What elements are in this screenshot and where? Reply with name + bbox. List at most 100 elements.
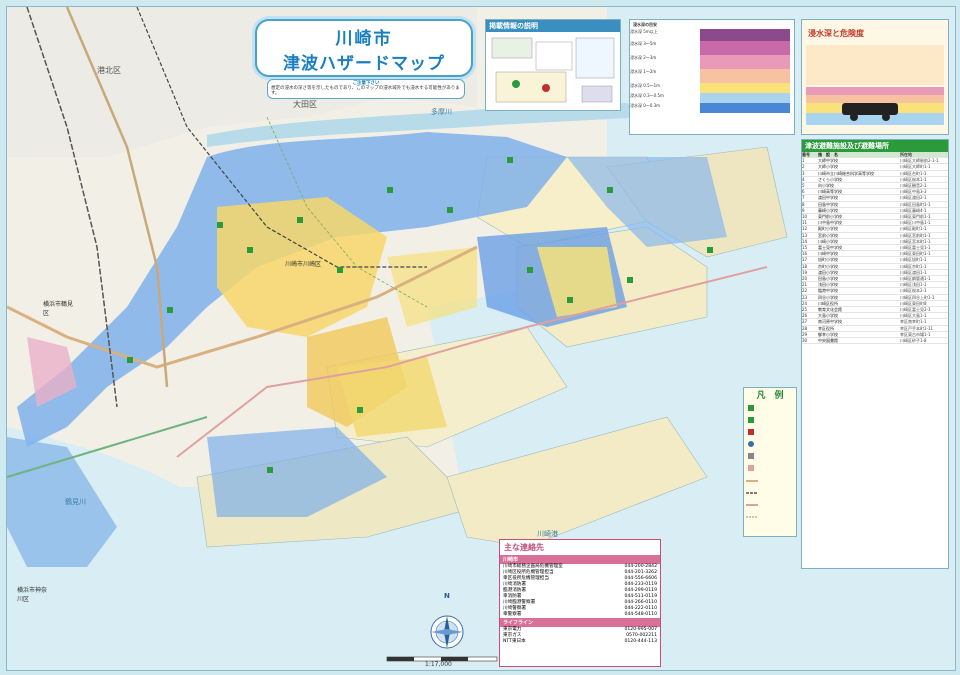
shelter-name: 渡田中学校 bbox=[818, 195, 838, 201]
shelter-no: 18 bbox=[802, 263, 808, 269]
depth-color-1-2m bbox=[700, 69, 790, 83]
shelter-marker[interactable] bbox=[267, 467, 273, 473]
shelter-addr: 川崎区富士見1-1 bbox=[900, 245, 931, 251]
depth-level-label: 浸水深 0.3～0.5m bbox=[630, 93, 664, 98]
shelter-addr: 川崎区東田町8 bbox=[900, 300, 927, 306]
shelter-no: 8 bbox=[802, 201, 805, 207]
depth-color-3-5m bbox=[700, 41, 790, 55]
shelter-no: 15 bbox=[802, 245, 808, 251]
compass-rose bbox=[430, 615, 464, 649]
place-kawasaki-ward: 川崎市川崎区 bbox=[285, 261, 322, 268]
shelter-addr: 川崎区東門前1-1 bbox=[900, 214, 931, 220]
shelter-marker[interactable] bbox=[507, 157, 513, 163]
shelter-no: 27 bbox=[802, 319, 808, 325]
title-city: 川崎市 bbox=[335, 29, 393, 49]
shelter-name: 教育文化会館 bbox=[818, 307, 842, 313]
shelter-no: 3 bbox=[802, 170, 805, 176]
shelter-marker[interactable] bbox=[167, 307, 173, 313]
shelter-addr: 川崎区台町1-1 bbox=[900, 170, 927, 176]
lifeline-phone: 0120-444-113 bbox=[624, 639, 657, 644]
shelter-addr: 川崎区砂子1-8 bbox=[900, 338, 927, 344]
shelter-addr: 川崎区川中島1-1 bbox=[900, 220, 931, 226]
shelter-addr: 川崎区田島町1-1 bbox=[900, 201, 931, 207]
shelter-addr: 幸区南幸町1-1 bbox=[900, 319, 927, 325]
shelter-no: 19 bbox=[802, 269, 808, 275]
shelter-addr: 川崎区富士見2-1 bbox=[900, 307, 931, 313]
shelter-name: 南河原中学校 bbox=[818, 319, 842, 325]
shelter-addr: 川崎区藤崎4-1 bbox=[900, 207, 927, 213]
shelter-no: 2 bbox=[802, 164, 805, 170]
shelter-addr: 川崎区渡田1-1 bbox=[900, 269, 927, 275]
shelter-row: 30 中央図書館 川崎区砂子1-8 bbox=[802, 338, 948, 345]
explain-panel: 掲載情報の説明 bbox=[485, 19, 621, 111]
shelter-no: 28 bbox=[802, 325, 808, 331]
shelter-name: 川中島中学校 bbox=[818, 220, 842, 226]
shelter-no: 14 bbox=[802, 238, 808, 244]
shelter-no: 17 bbox=[802, 257, 808, 263]
shelter-addr: 川崎区鋼管通1-1 bbox=[900, 276, 931, 282]
shelter-rows: 1 大師中学校 川崎区大師駅前2-1-1 2 大師小学校 川崎区大師町1-1 3 川崎市立川崎… bbox=[802, 158, 948, 345]
shelter-marker[interactable] bbox=[337, 267, 343, 273]
shelter-marker[interactable] bbox=[527, 267, 533, 273]
shelter-name: 殿町小学校 bbox=[818, 226, 838, 232]
depth-color-2-3m bbox=[700, 55, 790, 69]
shelter-panel: 津波避難施設及び避難場所 番号 施 設 名 所在地 1 大師中学校 川崎区大師駅前2… bbox=[801, 139, 949, 569]
shelter-marker[interactable] bbox=[627, 277, 633, 283]
scale-label: 1:17,000 bbox=[425, 661, 452, 668]
shelter-name: 京町小学校 bbox=[818, 263, 838, 269]
shelter-name: 臨港中学校 bbox=[818, 288, 838, 294]
shelter-no: 6 bbox=[802, 189, 805, 195]
contacts-panel: 主な連絡先 川崎市 川崎市総務企画局危機管理室 044-200-2842 川崎区役所… bbox=[499, 539, 661, 667]
shelter-no: 29 bbox=[802, 331, 808, 337]
shelter-no: 21 bbox=[802, 282, 808, 288]
contact-name: 幸警察署 bbox=[503, 612, 522, 617]
shelter-marker[interactable] bbox=[607, 187, 613, 193]
contacts-sub-life: ライフライン bbox=[500, 618, 660, 627]
shelter-addr: 川崎区浅田1-1 bbox=[900, 282, 927, 288]
depth-level-label: 浸水深 0.5～1m bbox=[630, 83, 661, 88]
shelter-name: 川崎区役所 bbox=[818, 300, 838, 306]
depth-scale: 浸水深 5m以上 浸水深 3～5m 浸水深 2～3m 浸水深 1～2m 浸水深 … bbox=[630, 29, 794, 113]
shelter-marker[interactable] bbox=[387, 187, 393, 193]
shelter-addr: 川崎区渡田2-1 bbox=[900, 195, 927, 201]
shelter-addr: 川崎区殿町1-1 bbox=[900, 226, 927, 232]
shelter-no: 7 bbox=[802, 195, 805, 201]
shelter-addr: 川崎区桜本2-1 bbox=[900, 288, 927, 294]
depth-level-label: 浸水深 3～5m bbox=[630, 41, 657, 46]
shelter-marker[interactable] bbox=[447, 207, 453, 213]
shelter-name: 東門前小学校 bbox=[818, 214, 842, 220]
legend-title: 凡 例 bbox=[756, 391, 784, 401]
shelter-no: 5 bbox=[802, 183, 805, 189]
danger-illustration bbox=[806, 45, 944, 125]
shelter-name: 川崎市立川崎総合科学高等学校 bbox=[818, 170, 874, 176]
shelter-marker[interactable] bbox=[297, 217, 303, 223]
notice-box: ご注意下さい 想定の浸水の深さ等を示したものであり、このマップの浸水域外でも浸水… bbox=[267, 79, 465, 99]
lifeline-row: NTT東日本 0120-444-113 bbox=[503, 639, 657, 645]
shelter-marker[interactable] bbox=[247, 247, 253, 253]
depth-color-0-03m bbox=[700, 103, 790, 113]
shelter-name: 四谷小学校 bbox=[818, 294, 838, 300]
shelter-name: 旭町小学校 bbox=[818, 257, 838, 263]
shelter-name: 大島小学校 bbox=[818, 313, 838, 319]
place-yokohama-tsurumi: 横浜市鶴見区 bbox=[43, 301, 74, 317]
label-kawasaki-port: 川崎港 bbox=[537, 530, 558, 538]
explain-title: 掲載情報の説明 bbox=[486, 20, 620, 32]
place-daita: 大田区 bbox=[293, 100, 317, 109]
shelter-name: 大師中学校 bbox=[818, 158, 838, 164]
depth-level-label: 浸水深 2～3m bbox=[630, 55, 657, 60]
shelter-name: 御幸小学校 bbox=[818, 331, 838, 337]
shelter-marker[interactable] bbox=[217, 222, 223, 228]
depth-color-bars bbox=[700, 29, 790, 113]
depth-level-label: 浸水深 5m以上 bbox=[630, 29, 658, 34]
shelter-marker[interactable] bbox=[357, 407, 363, 413]
depth-level-label: 浸水深 1～2m bbox=[630, 69, 657, 74]
place-yokohama-kanagawa: 横浜市神奈川区 bbox=[17, 587, 48, 603]
shelter-no: 12 bbox=[802, 226, 808, 232]
shelter-marker[interactable] bbox=[127, 357, 133, 363]
shelter-addr: 川崎区宮前町1-1 bbox=[900, 232, 931, 238]
contacts-title: 主な連絡先 bbox=[504, 543, 544, 552]
shelter-no: 10 bbox=[802, 214, 808, 220]
shelter-marker[interactable] bbox=[707, 247, 713, 253]
shelter-marker[interactable] bbox=[567, 297, 573, 303]
depth-panel: 浸水深の目安 浸水深 5m以上 浸水深 3～5m 浸水深 2～3m 浸水深 1～… bbox=[629, 19, 795, 135]
